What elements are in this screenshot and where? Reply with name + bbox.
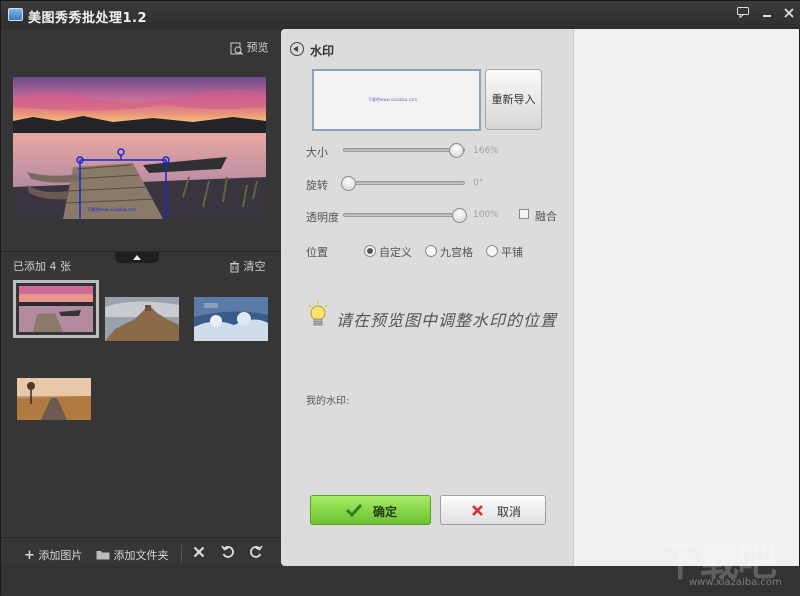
opacity-value: 100% bbox=[473, 210, 499, 220]
size-slider-handle[interactable] bbox=[448, 143, 464, 158]
size-label: 大小 bbox=[306, 146, 328, 159]
side-blank-panel bbox=[573, 29, 799, 566]
rotate-left-icon[interactable] bbox=[221, 545, 235, 562]
preview-label: 预览 bbox=[246, 41, 269, 54]
size-value: 166% bbox=[473, 146, 499, 156]
add-image-button[interactable]: + 添加图片 bbox=[24, 547, 82, 563]
image-toolbar: + 添加图片 添加文件夹 bbox=[1, 537, 281, 567]
back-arrow-icon[interactable] bbox=[290, 42, 304, 56]
cancel-label: 取消 bbox=[497, 505, 522, 519]
rotate-value: 0° bbox=[473, 178, 484, 188]
size-slider-track[interactable] bbox=[343, 148, 465, 152]
position-grid-label: 九宫格 bbox=[440, 246, 473, 259]
position-grid-radio[interactable] bbox=[425, 245, 437, 257]
add-image-label: 添加图片 bbox=[38, 549, 83, 562]
window-title: 美图秀秀批处理1.2 bbox=[28, 11, 148, 26]
position-tile-radio[interactable] bbox=[486, 245, 498, 257]
lightbulb-icon bbox=[308, 301, 328, 326]
thumbnail-winter-sculptures[interactable] bbox=[194, 297, 268, 341]
cross-icon bbox=[472, 505, 483, 516]
close-icon[interactable] bbox=[779, 5, 799, 23]
preview-image[interactable]: 下载吧www.xiazaiba.com bbox=[13, 77, 266, 219]
app-window: 美图秀秀批处理1.2 预览 下载吧www.xiazaiba.com 已添加 4 … bbox=[0, 0, 800, 596]
plus-icon: + bbox=[24, 548, 35, 563]
image-list-panel: 预览 下载吧www.xiazaiba.com 已添加 4 张 清空 + 添加图片… bbox=[1, 29, 281, 566]
folder-icon bbox=[96, 551, 110, 560]
app-logo-icon bbox=[8, 8, 23, 21]
clear-button[interactable]: 清空 bbox=[229, 258, 266, 274]
feedback-icon[interactable] bbox=[733, 5, 753, 23]
position-label: 位置 bbox=[306, 246, 328, 259]
site-watermark-url: www.xiazaiba.com bbox=[689, 577, 782, 588]
confirm-button[interactable]: 确定 bbox=[310, 495, 431, 525]
my-watermark-label: 我的水印: bbox=[306, 396, 350, 407]
thumbnail-lake-dock[interactable] bbox=[13, 280, 99, 338]
toolbar-separator bbox=[181, 545, 182, 563]
cancel-button[interactable]: 取消 bbox=[440, 495, 546, 525]
thumbnail-road-sunset[interactable] bbox=[17, 378, 91, 420]
opacity-slider-handle[interactable] bbox=[452, 208, 467, 223]
checkmark-icon bbox=[345, 503, 363, 518]
rotate-right-icon[interactable] bbox=[249, 545, 263, 562]
reimport-button[interactable]: 重新导入 bbox=[485, 69, 542, 130]
svg-text:下载吧www.xiazaiba.com: 下载吧www.xiazaiba.com bbox=[87, 206, 136, 212]
preview-button[interactable]: 预览 bbox=[230, 39, 269, 55]
magnifier-icon bbox=[230, 42, 244, 55]
site-watermark-logo: 下载吧 www.xiazaiba.com bbox=[661, 529, 797, 593]
panel-title: 水印 bbox=[310, 44, 335, 58]
add-folder-label: 添加文件夹 bbox=[113, 549, 169, 562]
add-folder-button[interactable]: 添加文件夹 bbox=[96, 547, 169, 563]
watermark-preview-text: 下载吧www.xiazaiba.com bbox=[368, 97, 418, 102]
watermark-preview: 下载吧www.xiazaiba.com bbox=[312, 69, 481, 131]
rotate-slider-handle[interactable] bbox=[341, 176, 356, 191]
confirm-label: 确定 bbox=[373, 505, 398, 519]
collapse-toggle-button[interactable] bbox=[115, 252, 159, 263]
position-tile-label: 平铺 bbox=[501, 246, 523, 259]
trash-icon bbox=[230, 261, 239, 273]
position-hint: 请在预览图中调整水印的位置 bbox=[336, 311, 558, 330]
rotate-slider-track[interactable] bbox=[343, 181, 465, 185]
thumbnail-castle-cliff[interactable] bbox=[105, 297, 179, 341]
title-bar: 美图秀秀批处理1.2 bbox=[1, 1, 800, 29]
delete-icon[interactable] bbox=[193, 546, 205, 561]
added-count-label: 已添加 4 张 bbox=[13, 260, 71, 273]
position-custom-label: 自定义 bbox=[379, 246, 412, 259]
rotate-label: 旋转 bbox=[306, 179, 328, 192]
position-custom-radio[interactable] bbox=[364, 245, 376, 257]
opacity-slider-track[interactable] bbox=[343, 213, 465, 217]
blend-checkbox[interactable] bbox=[519, 209, 529, 219]
clear-label: 清空 bbox=[243, 260, 266, 273]
minimize-icon[interactable] bbox=[757, 5, 777, 23]
watermark-settings-panel: 水印 下载吧www.xiazaiba.com 重新导入 大小 166% 旋转 0… bbox=[281, 29, 573, 566]
opacity-label: 透明度 bbox=[306, 211, 339, 224]
blend-label: 融合 bbox=[535, 210, 557, 223]
